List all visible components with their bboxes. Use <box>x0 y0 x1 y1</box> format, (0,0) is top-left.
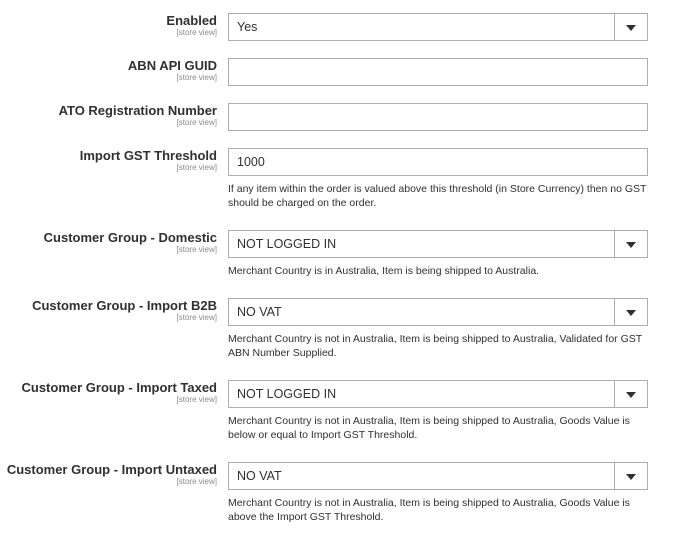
select-value: Yes <box>237 20 258 34</box>
field-label-block: Customer Group - Domestic [store view] <box>44 230 217 255</box>
field-note: Merchant Country is not in Australia, It… <box>228 497 630 523</box>
customer-group-domestic-select[interactable]: NOT LOGGED IN <box>228 230 648 258</box>
input-value: 1000 <box>237 155 265 169</box>
scope-hint: [store view] <box>176 395 217 404</box>
scope-hint: [store view] <box>176 118 217 127</box>
select-value: NOT LOGGED IN <box>237 387 337 401</box>
field-label-block: ATO Registration Number [store view] <box>59 103 217 128</box>
chevron-down-icon <box>626 310 636 316</box>
field-label-block: Customer Group - Import B2B [store view] <box>32 298 217 323</box>
select-toggle[interactable] <box>614 231 647 257</box>
chevron-down-icon <box>626 474 636 480</box>
chevron-down-icon <box>626 242 636 248</box>
select-value: NO VAT <box>237 305 282 319</box>
scope-hint: [store view] <box>176 73 217 82</box>
field-note: Merchant Country is not in Australia, It… <box>228 333 642 359</box>
customer-group-import-b2b-select[interactable]: NO VAT <box>228 298 648 326</box>
field-label: ABN API GUID <box>127 58 217 73</box>
customer-group-import-taxed-select[interactable]: NOT LOGGED IN <box>228 380 648 408</box>
field-note: Merchant Country is in Australia, Item i… <box>228 265 540 277</box>
field-note: If any item within the order is valued a… <box>228 183 647 209</box>
select-value: NOT LOGGED IN <box>237 237 337 251</box>
field-label: Customer Group - Domestic <box>43 230 217 245</box>
field-label-block: Import GST Threshold [store view] <box>80 148 217 173</box>
scope-hint: [store view] <box>176 477 217 486</box>
scope-hint: [store view] <box>176 245 217 254</box>
enabled-select[interactable]: Yes <box>228 13 648 41</box>
chevron-down-icon <box>626 392 636 398</box>
field-label-block: Customer Group - Import Taxed [store vie… <box>22 380 218 405</box>
scope-hint: [store view] <box>176 163 217 172</box>
chevron-down-icon <box>626 25 636 31</box>
scope-hint: [store view] <box>176 28 217 37</box>
field-label: Customer Group - Import Untaxed <box>6 462 217 477</box>
select-toggle[interactable] <box>614 381 647 407</box>
field-label-block: Customer Group - Import Untaxed [store v… <box>7 462 217 487</box>
field-label: Customer Group - Import B2B <box>32 298 217 313</box>
import-gst-threshold-input[interactable]: 1000 <box>228 148 648 176</box>
field-label: Enabled <box>166 13 217 28</box>
field-label: ATO Registration Number <box>58 103 217 118</box>
field-note: Merchant Country is not in Australia, It… <box>228 415 630 441</box>
field-label-block: Enabled [store view] <box>166 13 217 38</box>
field-label-block: ABN API GUID [store view] <box>128 58 217 83</box>
scope-hint: [store view] <box>176 313 217 322</box>
field-label: Import GST Threshold <box>79 148 217 163</box>
ato-registration-number-input[interactable] <box>228 103 648 131</box>
select-toggle[interactable] <box>614 299 647 325</box>
select-toggle[interactable] <box>614 14 647 40</box>
customer-group-import-untaxed-select[interactable]: NO VAT <box>228 462 648 490</box>
select-toggle[interactable] <box>614 463 647 489</box>
select-value: NO VAT <box>237 469 282 483</box>
abn-api-guid-input[interactable] <box>228 58 648 86</box>
field-label: Customer Group - Import Taxed <box>21 380 218 395</box>
